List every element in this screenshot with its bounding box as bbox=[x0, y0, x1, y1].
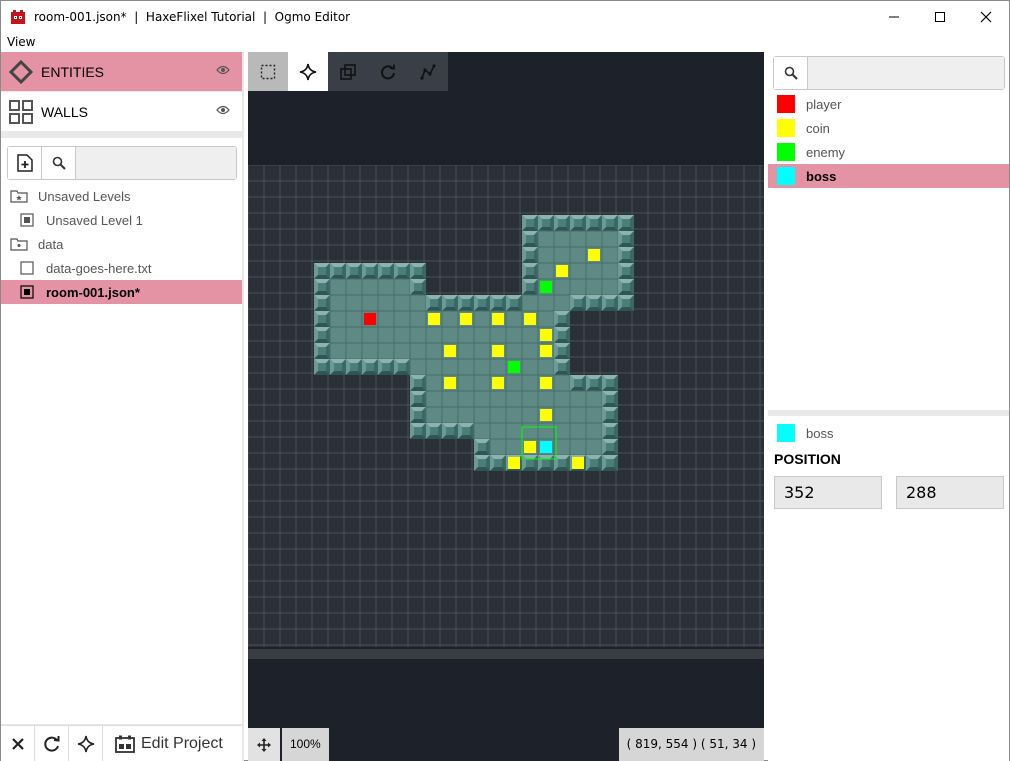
pan-button[interactable] bbox=[248, 728, 280, 761]
node-path-icon bbox=[420, 63, 436, 80]
node-tool-button[interactable] bbox=[408, 52, 448, 91]
eye-icon[interactable] bbox=[216, 105, 230, 115]
edit-project-button[interactable]: Edit Project bbox=[103, 726, 242, 761]
horizontal-scrollbar[interactable] bbox=[248, 649, 764, 659]
sparkle-icon bbox=[77, 735, 94, 753]
rotate-tool-button[interactable] bbox=[368, 52, 408, 91]
tree-item-unsaved-level-1[interactable]: Unsaved Level 1 bbox=[1, 208, 242, 232]
entity-inspector: boss POSITION 352 288 bbox=[768, 416, 1009, 761]
position-y-field[interactable]: 288 bbox=[896, 476, 1004, 509]
entity-search-input[interactable] bbox=[808, 57, 1004, 89]
position-label: POSITION bbox=[774, 451, 841, 467]
layer-walls-label: WALLS bbox=[41, 103, 88, 120]
entity-item-player[interactable]: player bbox=[768, 92, 1009, 116]
sparkle-icon bbox=[299, 63, 317, 80]
entity-label: player bbox=[806, 96, 842, 112]
menu-view[interactable]: View bbox=[7, 35, 35, 49]
resize-icon bbox=[340, 63, 356, 80]
level-file-icon bbox=[20, 285, 34, 299]
tool-palette bbox=[248, 52, 448, 91]
project-icon bbox=[115, 735, 135, 753]
minimize-icon bbox=[889, 16, 899, 17]
level-file-icon bbox=[20, 213, 34, 227]
tree-folder-data[interactable]: data bbox=[1, 232, 242, 256]
tree-label: Unsaved Levels bbox=[38, 188, 131, 204]
file-panel: Unsaved Levels Unsaved Level 1 data data… bbox=[1, 138, 242, 724]
layer-entities[interactable]: ENTITIES bbox=[1, 52, 242, 91]
entity-palette: player coin enemy boss bbox=[768, 52, 1009, 410]
color-swatch bbox=[777, 424, 795, 442]
file-search-button[interactable] bbox=[42, 147, 76, 179]
menu-bar: View bbox=[1, 32, 1009, 52]
left-panel: ENTITIES WALLS Unsaved Levels Unsaved Le… bbox=[1, 52, 244, 761]
layer-entities-label: ENTITIES bbox=[41, 63, 105, 80]
entity-label: coin bbox=[806, 120, 830, 136]
minimize-button[interactable] bbox=[871, 1, 917, 32]
canvas-footer: 100% bbox=[248, 728, 329, 761]
entity-label: enemy bbox=[806, 144, 846, 160]
right-panel: player coin enemy boss boss POSITION 352 bbox=[768, 52, 1009, 761]
inspector-entity: boss bbox=[768, 421, 1009, 445]
tree-item-room-001[interactable]: room-001.json* bbox=[1, 280, 242, 304]
maximize-button[interactable] bbox=[917, 1, 963, 32]
refresh-button[interactable] bbox=[35, 726, 69, 761]
color-swatch bbox=[777, 119, 795, 137]
place-entity-tool-button[interactable] bbox=[288, 52, 328, 91]
color-swatch bbox=[777, 167, 795, 185]
file-toolbar bbox=[7, 146, 237, 180]
tree-label: room-001.json* bbox=[46, 284, 140, 300]
eye-icon[interactable] bbox=[216, 65, 230, 75]
search-icon bbox=[52, 156, 66, 170]
close-button[interactable] bbox=[963, 1, 1009, 32]
close-project-button[interactable] bbox=[1, 726, 35, 761]
layer-walls[interactable]: WALLS bbox=[1, 92, 242, 131]
level-canvas[interactable] bbox=[247, 164, 764, 647]
refresh-icon bbox=[43, 736, 59, 752]
resize-tool-button[interactable] bbox=[328, 52, 368, 91]
rotate-icon bbox=[381, 64, 395, 79]
tree-label: Unsaved Level 1 bbox=[46, 212, 143, 228]
entity-item-boss[interactable]: boss bbox=[768, 164, 1009, 188]
level-editor-area: 100% ( 819, 554 ) ( 51, 34 ) bbox=[247, 52, 764, 761]
maximize-icon bbox=[935, 11, 945, 22]
diamond-icon bbox=[9, 59, 33, 84]
tree-label: data bbox=[38, 236, 64, 252]
tree-label: data-goes-here.txt bbox=[46, 260, 152, 276]
level-grid[interactable] bbox=[247, 164, 764, 647]
entity-label: boss bbox=[806, 168, 837, 184]
position-x-field[interactable]: 352 bbox=[774, 476, 882, 509]
color-swatch bbox=[777, 95, 795, 113]
marquee-select-icon bbox=[260, 64, 276, 79]
select-tool-button[interactable] bbox=[248, 52, 288, 91]
move-icon bbox=[257, 737, 271, 752]
edit-project-label: Edit Project bbox=[141, 734, 223, 752]
cursor-coordinates: ( 819, 554 ) ( 51, 34 ) bbox=[618, 728, 764, 761]
tree-item-data-goes-here[interactable]: data-goes-here.txt bbox=[1, 256, 242, 280]
search-icon bbox=[784, 66, 798, 80]
ogmo-app-icon bbox=[11, 9, 25, 24]
color-swatch bbox=[777, 143, 795, 161]
grid-icon bbox=[9, 99, 33, 124]
new-file-icon bbox=[16, 154, 33, 172]
file-search-input[interactable] bbox=[76, 147, 236, 179]
title-bar: room-001.json* | HaxeFlixel Tutorial | O… bbox=[1, 1, 1009, 32]
entity-item-enemy[interactable]: enemy bbox=[768, 140, 1009, 164]
left-bottom-bar: Edit Project bbox=[1, 725, 242, 761]
tree-folder-unsaved-levels[interactable]: Unsaved Levels bbox=[1, 184, 242, 208]
entity-tool-button[interactable] bbox=[69, 726, 103, 761]
entity-search bbox=[773, 56, 1005, 90]
inspector-entity-name: boss bbox=[806, 425, 834, 441]
new-level-button[interactable] bbox=[8, 147, 42, 179]
window-title: room-001.json* | HaxeFlixel Tutorial | O… bbox=[34, 9, 351, 24]
empty-file-icon bbox=[20, 261, 34, 275]
folder-icon bbox=[10, 238, 28, 251]
entity-item-coin[interactable]: coin bbox=[768, 116, 1009, 140]
editor-window: room-001.json* | HaxeFlixel Tutorial | O… bbox=[0, 0, 1010, 761]
close-icon bbox=[11, 738, 24, 750]
entity-search-button[interactable] bbox=[774, 57, 808, 89]
close-icon bbox=[980, 11, 992, 22]
zoom-level[interactable]: 100% bbox=[282, 728, 329, 761]
folder-star-icon bbox=[10, 190, 28, 203]
